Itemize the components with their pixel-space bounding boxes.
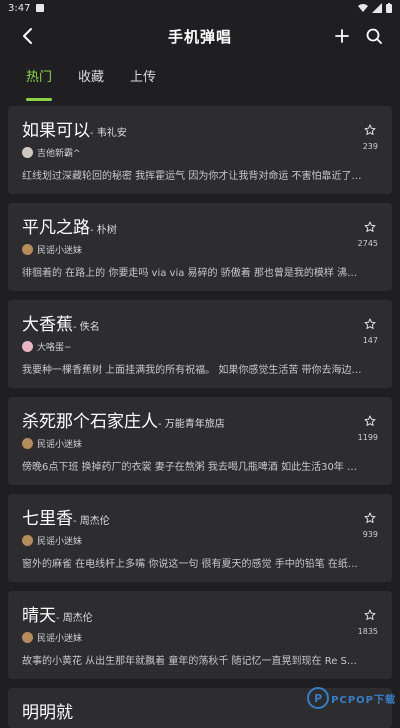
tab-upload[interactable]: 上传 xyxy=(130,66,156,94)
back-arrow-icon[interactable] xyxy=(16,24,40,48)
song-title: 平凡之路 xyxy=(22,218,90,238)
uploader-name: 民谣小迷妹 xyxy=(37,440,83,450)
tab-favorites[interactable]: 收藏 xyxy=(78,66,104,94)
song-title: 杀死那个石家庄人 xyxy=(22,412,158,432)
tab-hot[interactable]: 热门 xyxy=(26,66,53,101)
song-title: 明明就 xyxy=(22,703,73,723)
uploader-avatar xyxy=(22,341,33,352)
song-title: 如果可以 xyxy=(22,121,90,141)
lyrics-excerpt: 窗外的麻雀 在电线杆上多嘴 你说这一句 很有夏天的感觉 手中的铅笔 在纸上来..… xyxy=(22,559,362,570)
uploader-name: 民谣小迷妹 xyxy=(37,634,83,644)
song-title: 大香蕉 xyxy=(22,315,73,335)
uploader-avatar xyxy=(22,632,33,643)
uploader-avatar xyxy=(22,244,33,255)
song-title: 七里香 xyxy=(22,509,73,529)
watermark-text: PCPOP下载 xyxy=(331,694,396,706)
uploader-avatar xyxy=(22,438,33,449)
uploader-name: 民谣小迷妹 xyxy=(37,246,83,256)
star-icon[interactable] xyxy=(364,609,376,621)
star-icon[interactable] xyxy=(364,221,376,233)
uploader-name: 大咯蛋~ xyxy=(37,343,72,353)
lyrics-excerpt: 我要种一棵香蕉树 上面挂满我的所有祝福。 如果你感觉生活苦 带你去海边看... xyxy=(22,365,362,376)
song-card[interactable]: 七里香- 周杰伦 民谣小迷妹 窗外的麻雀 在电线杆上多嘴 你说这一句 很有夏天的… xyxy=(8,494,392,582)
lyrics-excerpt: 故事的小黄花 从出生那年就飘着 童年的荡秋千 随记忆一直晃到现在 Re So S… xyxy=(22,656,362,667)
search-icon[interactable] xyxy=(362,24,386,48)
song-card[interactable]: 杀死那个石家庄人- 万能青年旅店 民谣小迷妹 傍晚6点下班 换掉药厂的衣裳 妻子… xyxy=(8,397,392,485)
uploader-avatar xyxy=(22,147,33,158)
wifi-icon xyxy=(358,4,368,12)
signal-icon xyxy=(372,3,382,13)
uploader-name: 吉他新霸^ xyxy=(37,149,81,159)
song-title: 晴天 xyxy=(22,606,56,626)
battery-icon xyxy=(386,3,392,13)
star-count: 1199 xyxy=(357,433,378,442)
song-card[interactable]: 如果可以- 韦礼安 吉他新霸^ 红线划过深藏轮回的秘密 我挥霍运气 因为你才让我… xyxy=(8,106,392,194)
star-icon[interactable] xyxy=(364,415,376,427)
song-card[interactable]: 晴天- 周杰伦 民谣小迷妹 故事的小黄花 从出生那年就飘着 童年的荡秋千 随记忆… xyxy=(8,591,392,679)
star-count: 2745 xyxy=(357,239,378,248)
page-title: 手机弹唱 xyxy=(167,27,232,46)
song-artist: - 韦礼安 xyxy=(90,128,127,139)
watermark-logo-icon: P xyxy=(307,687,330,709)
song-list: 如果可以- 韦礼安 吉他新霸^ 红线划过深藏轮回的秘密 我挥霍运气 因为你才让我… xyxy=(8,106,392,728)
uploader-name: 民谣小迷妹 xyxy=(37,537,83,547)
song-artist: - 周杰伦 xyxy=(73,516,110,527)
star-count: 939 xyxy=(362,530,378,539)
star-count: 1835 xyxy=(357,627,378,636)
lyrics-excerpt: 徘徊着的 在路上的 你要走吗 via via 易碎的 骄傲着 那也曾是我的模样 … xyxy=(22,268,362,279)
star-icon[interactable] xyxy=(364,124,376,136)
star-count: 239 xyxy=(362,142,378,151)
star-icon[interactable] xyxy=(364,512,376,524)
watermark: P PCPOP下载 xyxy=(307,687,396,709)
lyrics-excerpt: 傍晚6点下班 换掉药厂的衣裳 妻子在熬粥 我去喝几瓶啤酒 如此生活30年 直到.… xyxy=(22,462,362,473)
star-icon[interactable] xyxy=(364,318,376,330)
song-artist: - 万能青年旅店 xyxy=(158,419,225,430)
add-icon[interactable] xyxy=(330,24,354,48)
uploader-avatar xyxy=(22,535,33,546)
song-card[interactable]: 平凡之路- 朴树 民谣小迷妹 徘徊着的 在路上的 你要走吗 via via 易碎… xyxy=(8,203,392,291)
song-artist: - 周杰伦 xyxy=(56,613,93,624)
song-card[interactable]: 大香蕉- 佚名 大咯蛋~ 我要种一棵香蕉树 上面挂满我的所有祝福。 如果你感觉生… xyxy=(8,300,392,388)
tab-bar: 热门 收藏 上传 xyxy=(26,66,182,101)
star-count: 147 xyxy=(362,336,378,345)
top-bar: 手机弹唱 xyxy=(0,16,400,56)
song-artist: - 佚名 xyxy=(73,322,100,333)
status-time: 3:47 xyxy=(8,2,31,14)
status-bar: 3:47 xyxy=(0,0,400,16)
sd-card-icon xyxy=(36,4,45,12)
song-artist: - 朴树 xyxy=(90,225,117,236)
lyrics-excerpt: 红线划过深藏轮回的秘密 我挥霍运气 因为你才让我背对命运 不害怕靠近了相... xyxy=(22,171,362,182)
